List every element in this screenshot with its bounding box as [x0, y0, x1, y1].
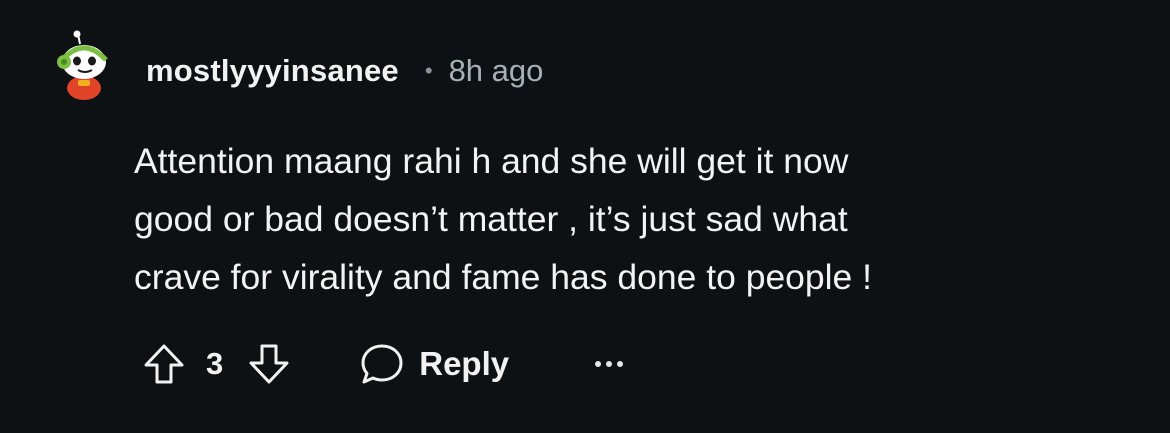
downvote-arrow-icon — [249, 344, 289, 384]
comment-body: Attention maang rahi h and she will get … — [134, 132, 1134, 306]
reply-button[interactable]: Reply — [359, 341, 509, 387]
comment-body-line: crave for virality and fame has done to … — [134, 257, 873, 297]
comment-timestamp[interactable]: 8h ago — [449, 53, 544, 89]
comment: mostlyyyinsanee • 8h ago Attention maang… — [0, 0, 1170, 433]
comment-body-line: Attention maang rahi h and she will get … — [134, 141, 849, 181]
meta-separator: • — [424, 58, 433, 83]
upvote-button[interactable] — [140, 340, 188, 388]
comment-header: mostlyyyinsanee • 8h ago — [146, 50, 543, 92]
speech-bubble-icon — [361, 344, 403, 384]
downvote-button[interactable] — [245, 340, 293, 388]
username-link[interactable]: mostlyyyinsanee — [146, 53, 399, 89]
comment-body-line: good or bad doesn’t matter , it’s just s… — [134, 199, 848, 239]
upvote-arrow-icon — [144, 344, 184, 384]
user-avatar[interactable] — [52, 30, 116, 102]
more-options-button[interactable] — [595, 344, 624, 384]
more-dots-icon — [606, 361, 613, 367]
snoo-avatar-icon — [57, 30, 108, 100]
more-dots-icon — [595, 361, 602, 367]
comment-actions: 3 Reply — [140, 334, 624, 394]
reply-label: Reply — [419, 345, 510, 382]
more-dots-icon — [617, 361, 624, 367]
vote-count: 3 — [206, 346, 224, 381]
